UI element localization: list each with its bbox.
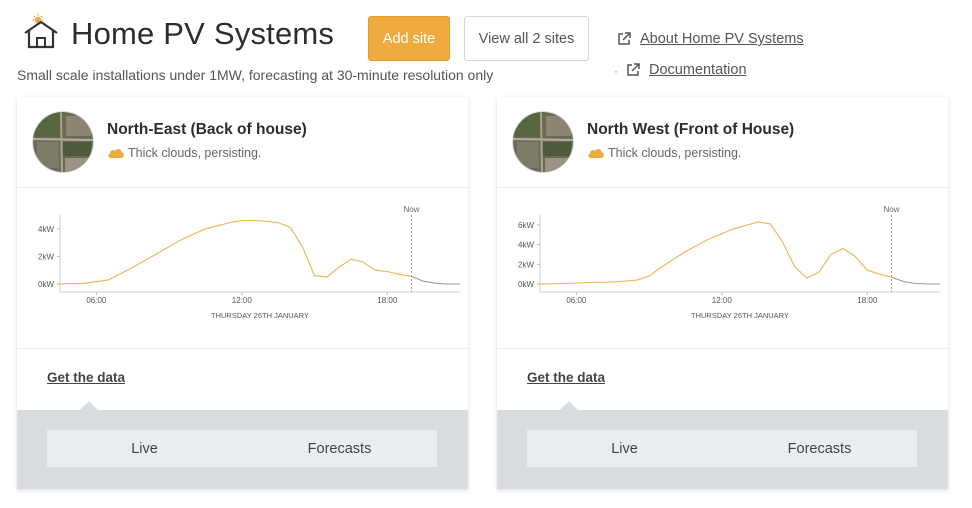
- y-tick-label: 2kW: [38, 252, 54, 261]
- generation-series-line: [59, 219, 412, 285]
- generation-series-line: [539, 221, 892, 285]
- x-tick-label: 18:00: [857, 296, 878, 305]
- x-tick-label: 12:00: [232, 296, 253, 305]
- y-tick-label: 2kW: [518, 260, 534, 269]
- now-label: Now: [884, 205, 900, 214]
- about-link[interactable]: About Home PV Systems: [617, 31, 804, 47]
- site-card-header: North-East (Back of house) Thick clouds,…: [17, 97, 468, 188]
- forecast-series-line: [891, 276, 940, 285]
- page-title: Home PV Systems: [71, 16, 335, 51]
- home-solar-logo-icon: [24, 14, 58, 49]
- site-aerial-thumbnail[interactable]: [32, 111, 94, 173]
- now-label: Now: [404, 205, 420, 214]
- chart-date-label: THURSDAY 26TH JANUARY: [691, 311, 789, 320]
- view-all-sites-button[interactable]: View all 2 sites: [464, 16, 589, 61]
- tab-forecasts[interactable]: Forecasts: [722, 430, 917, 467]
- site-card: North-East (Back of house) Thick clouds,…: [17, 97, 468, 489]
- site-card: North West (Front of House) Thick clouds…: [497, 97, 948, 489]
- data-panel: Live Forecasts: [497, 410, 948, 489]
- x-tick-label: 06:00: [86, 296, 107, 305]
- page-subtitle: Small scale installations under 1MW, for…: [17, 67, 494, 83]
- generation-chart-svg: 6kW 4kW 2kW 0kW 06:00 12:00 18:00 Now THURSDAY…: [518, 205, 940, 320]
- site-name[interactable]: North-East (Back of house): [107, 121, 307, 139]
- y-tick-label: 4kW: [518, 241, 534, 250]
- data-tabs: Live Forecasts: [527, 430, 917, 467]
- external-link-icon: [627, 63, 640, 76]
- y-tick-label: 6kW: [518, 221, 534, 230]
- chart-date-label: THURSDAY 26TH JANUARY: [211, 311, 309, 320]
- tab-live[interactable]: Live: [527, 430, 722, 467]
- weather-text: Thick clouds, persisting.: [128, 146, 262, 160]
- x-tick-label: 18:00: [377, 296, 398, 305]
- tab-live[interactable]: Live: [47, 430, 242, 467]
- site-card-header: North West (Front of House) Thick clouds…: [497, 97, 948, 188]
- get-the-data-link[interactable]: Get the data: [47, 370, 125, 385]
- site-name[interactable]: North West (Front of House): [587, 121, 794, 139]
- y-tick-label: 0kW: [518, 280, 534, 289]
- documentation-link[interactable]: Documentation: [626, 62, 747, 78]
- cloud-icon: [108, 149, 124, 158]
- tab-forecasts[interactable]: Forecasts: [242, 430, 437, 467]
- y-tick-label: 0kW: [38, 280, 54, 289]
- forecast-series-line: [411, 275, 460, 285]
- weather-status: Thick clouds, persisting.: [587, 146, 741, 160]
- get-the-data-link[interactable]: Get the data: [527, 370, 605, 385]
- cloud-icon: [588, 149, 604, 158]
- y-tick-label: 4kW: [38, 225, 54, 234]
- site-aerial-thumbnail[interactable]: [512, 111, 574, 173]
- page-header: Home PV Systems Small scale installation…: [0, 0, 972, 96]
- about-link-text[interactable]: About Home PV Systems: [640, 31, 804, 47]
- link-separator: ·: [614, 64, 618, 78]
- data-tabs: Live Forecasts: [47, 430, 437, 467]
- generation-chart: 6kW 4kW 2kW 0kW 06:00 12:00 18:00 Now THURSDAY…: [497, 189, 948, 349]
- external-link-icon: [618, 32, 631, 45]
- weather-text: Thick clouds, persisting.: [608, 146, 742, 160]
- x-tick-label: 06:00: [566, 296, 587, 305]
- generation-chart: 4kW 2kW 0kW 06:00 12:00 18:00 Now THURSDAY 26…: [17, 189, 468, 349]
- weather-status: Thick clouds, persisting.: [107, 146, 261, 160]
- data-panel: Live Forecasts: [17, 410, 468, 489]
- x-tick-label: 12:00: [712, 296, 733, 305]
- add-site-button[interactable]: Add site: [368, 16, 450, 61]
- documentation-link-text[interactable]: Documentation: [649, 62, 747, 78]
- generation-chart-svg: 4kW 2kW 0kW 06:00 12:00 18:00 Now THURSDAY 26…: [38, 205, 460, 320]
